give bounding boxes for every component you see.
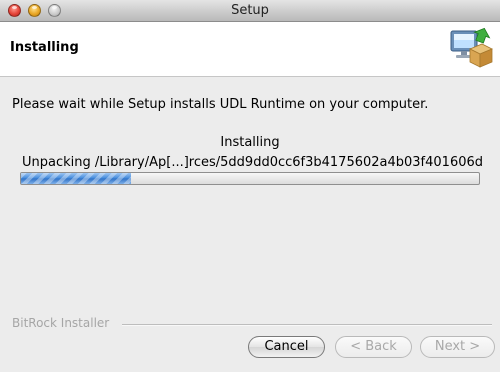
window-title: Setup xyxy=(231,3,269,18)
setup-window: Setup Installing Please wait while Setup… xyxy=(0,0,500,372)
title-bar[interactable]: Setup xyxy=(0,0,500,22)
brand-label: BitRock Installer xyxy=(12,316,110,330)
back-button[interactable]: < Back xyxy=(335,336,412,358)
cancel-button[interactable]: Cancel xyxy=(248,336,325,358)
installer-box-computer-icon xyxy=(450,27,493,68)
page-title: Installing xyxy=(10,40,79,55)
description-text: Please wait while Setup installs UDL Run… xyxy=(12,97,429,112)
progress-bar xyxy=(20,172,480,185)
progress-bar-fill xyxy=(21,173,131,184)
header-band: Installing xyxy=(0,22,500,77)
next-button[interactable]: Next > xyxy=(420,336,495,358)
progress-detail-text: Unpacking /Library/Ap[...]rces/5dd9dd0cc… xyxy=(22,155,484,170)
footer-divider xyxy=(122,324,492,326)
status-label: Installing xyxy=(220,135,280,150)
